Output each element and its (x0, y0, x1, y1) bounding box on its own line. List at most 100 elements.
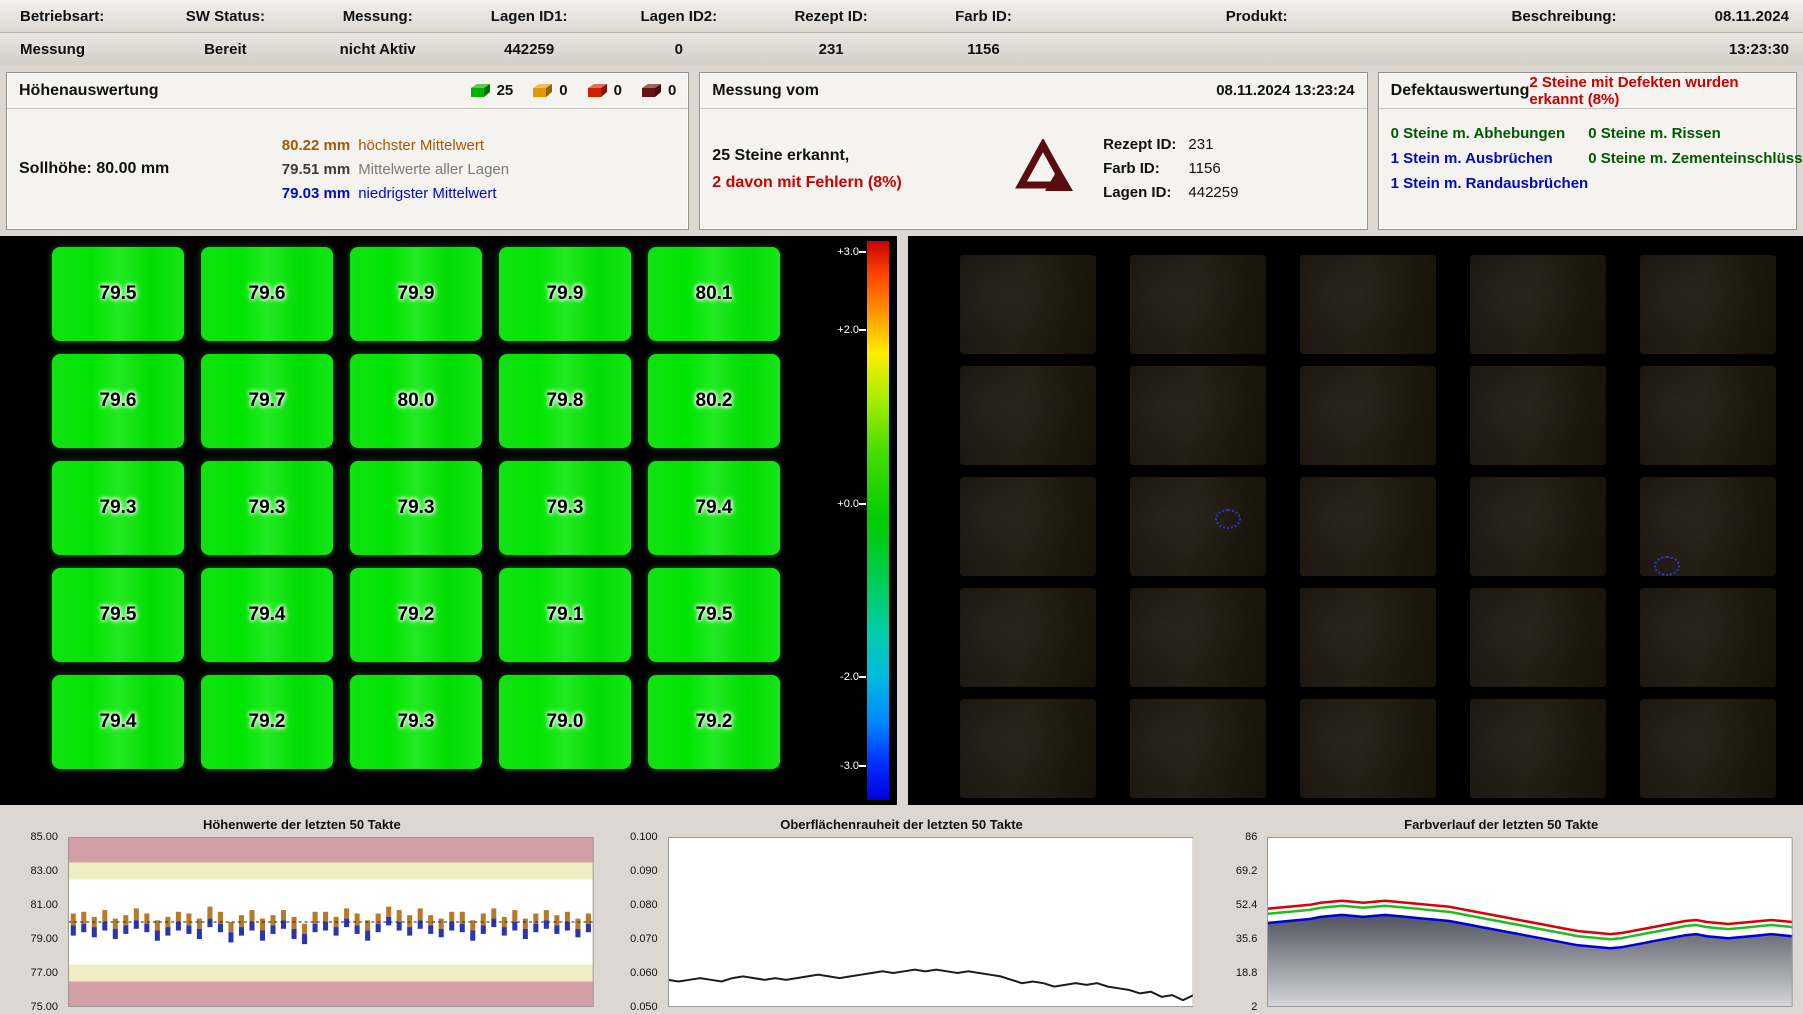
y-axis-label: 2 (1251, 1001, 1257, 1013)
camera-image-view (908, 236, 1803, 805)
brick-icon (638, 83, 662, 98)
chart-plot-svg (1267, 837, 1793, 1007)
camera-stone-cell (1130, 477, 1266, 576)
status-label-2: Messung: (301, 8, 454, 25)
height-map-view: 79.579.679.979.980.179.679.780.079.880.2… (0, 236, 897, 805)
colorbar-tick-label: +0.0 (837, 498, 859, 510)
status-label-8: Beschreibung: (1455, 8, 1673, 25)
stone-count: 0 (614, 82, 622, 99)
sollhoehe-value: Sollhöhe: 80.00 mm (19, 160, 262, 178)
stat-value: 80.22 mm (262, 135, 350, 156)
chart-body: 0.1000.0900.0800.0700.0600.050 (610, 837, 1194, 1007)
status-label-5: Rezept ID: (754, 8, 909, 25)
colorbar-tick (859, 765, 866, 767)
colorbar-tick-label: -3.0 (840, 760, 859, 772)
y-axis-label: 79.00 (30, 933, 58, 945)
chart-plot-area (68, 837, 594, 1007)
brick-icon (529, 83, 553, 98)
height-stat-0: 80.22 mm höchster Mittelwert (262, 135, 509, 156)
trend-charts-row: Höhenwerte der letzten 50 Takte 85.0083.… (0, 805, 1803, 1007)
stat-label: niedrigster Mittelwert (358, 183, 496, 204)
id-value-0: 231 (1188, 135, 1238, 155)
camera-stone-grid (960, 255, 1776, 798)
status-value-3: 442259 (454, 41, 604, 58)
camera-stone-cell (1130, 699, 1266, 798)
chart-y-axis: 8669.252.435.618.82 (1209, 837, 1267, 1007)
stones-faulty-text: 2 davon mit Fehlern (8%) (712, 169, 989, 196)
defektauswertung-panel: Defektauswertung 2 Steine mit Defekten w… (1378, 72, 1797, 230)
brick-icon (467, 83, 491, 98)
chart-oberflaechenrauheit: Oberflächenrauheit der letzten 50 Takte … (610, 813, 1194, 1007)
defekt-body: 0 Steine m. Abhebungen1 Stein m. Ausbrüc… (1379, 109, 1796, 229)
camera-stone-cell (1300, 588, 1436, 687)
stat-label: höchster Mittelwert (358, 135, 484, 156)
y-axis-label: 0.080 (630, 899, 658, 911)
colorbar-labels: +3.0+2.0+0.0-2.0-3.0 (0, 241, 897, 800)
height-colorbar (867, 241, 889, 800)
colorbar-tick-label: +2.0 (837, 324, 859, 336)
defect-marker-icon (1654, 556, 1680, 576)
y-axis-label: 0.050 (630, 1001, 658, 1013)
colorbar-tick (859, 251, 866, 253)
chart-plot-svg (68, 837, 594, 1007)
colorbar-tick (859, 503, 866, 505)
brick-icon (584, 83, 608, 98)
stone-counter-0: 25 (467, 82, 514, 99)
messung-title-row: Messung vom 08.11.2024 13:23:24 (700, 73, 1366, 109)
y-axis-label: 83.00 (30, 865, 58, 877)
camera-stone-cell (1640, 255, 1776, 354)
messung-title: Messung vom (712, 82, 819, 100)
status-value-1: Bereit (150, 41, 301, 58)
id-label-2: Lagen ID: (1103, 183, 1176, 203)
colorbar-tick-label: -2.0 (840, 671, 859, 683)
defect-stats-column-2: 0 Steine m. Rissen0 Steine m. Zementeins… (1588, 121, 1803, 171)
height-stat-1: 79.51 mmMittelwerte aller Lagen (262, 159, 509, 180)
stones-detected-text: 25 Steine erkannt, (712, 142, 989, 169)
camera-stone-cell (1300, 366, 1436, 465)
messung-timestamp: 08.11.2024 13:23:24 (1216, 82, 1354, 99)
camera-stone-cell (1130, 588, 1266, 687)
status-value-4: 0 (604, 41, 754, 58)
y-axis-label: 81.00 (30, 899, 58, 911)
status-label-6: Farb ID: (909, 8, 1059, 25)
defekt-alert: 2 Steine mit Defekten wurden erkannt (8%… (1529, 74, 1784, 108)
height-stat-2: 79.03 mm niedrigster Mittelwert (262, 183, 509, 204)
camera-stone-cell (1300, 477, 1436, 576)
camera-stone-cell (1470, 588, 1606, 687)
status-value-5: 231 (754, 41, 909, 58)
messung-panel: Messung vom 08.11.2024 13:23:24 25 Stein… (699, 72, 1367, 230)
colorbar-tick (859, 676, 866, 678)
status-label-3: Lagen ID1: (454, 8, 604, 25)
status-label-4: Lagen ID2: (604, 8, 754, 25)
defect-stat: 1 Stein m. Randausbrüchen (1391, 171, 1589, 196)
height-stats: 80.22 mm höchster Mittelwert 79.51 mmMitte… (262, 135, 509, 204)
camera-stone-cell (1640, 588, 1776, 687)
y-axis-label: 75.00 (30, 1001, 58, 1013)
camera-stone-cell (1470, 477, 1606, 576)
y-axis-label: 86 (1245, 831, 1257, 843)
camera-stone-cell (1470, 366, 1606, 465)
hoehenauswertung-title-row: Höhenauswertung 25000 (7, 73, 688, 109)
id-value-2: 442259 (1188, 183, 1238, 203)
messung-summary: 25 Steine erkannt, 2 davon mit Fehlern (… (712, 142, 989, 196)
company-logo-icon (1015, 139, 1077, 200)
camera-stone-cell (1300, 255, 1436, 354)
chart-title: Höhenwerte der letzten 50 Takte (10, 813, 594, 837)
chart-y-axis: 0.1000.0900.0800.0700.0600.050 (610, 837, 668, 1007)
stat-label: Mittelwerte aller Lagen (358, 159, 509, 180)
stat-value: 79.03 mm (262, 183, 350, 204)
measurement-ids: Rezept ID:231Farb ID:1156Lagen ID:442259 (1103, 135, 1355, 203)
y-axis-label: 18.8 (1236, 967, 1257, 979)
status-label-0: Betriebsart: (0, 8, 150, 25)
camera-stone-cell (1130, 366, 1266, 465)
y-axis-label: 77.00 (30, 967, 58, 979)
y-axis-label: 0.090 (630, 865, 658, 877)
app-root: Betriebsart:SW Status:Messung:Lagen ID1:… (0, 0, 1803, 1007)
status-value-6: 1156 (909, 41, 1059, 58)
y-axis-label: 35.6 (1236, 933, 1257, 945)
sollhoehe-number: 80.00 mm (96, 160, 169, 177)
chart-plot-area (668, 837, 1194, 1007)
chart-body: 85.0083.0081.0079.0077.0075.00 (10, 837, 594, 1007)
hoehenauswertung-title: Höhenauswertung (19, 82, 159, 100)
stone-counters: 25000 (451, 82, 677, 99)
